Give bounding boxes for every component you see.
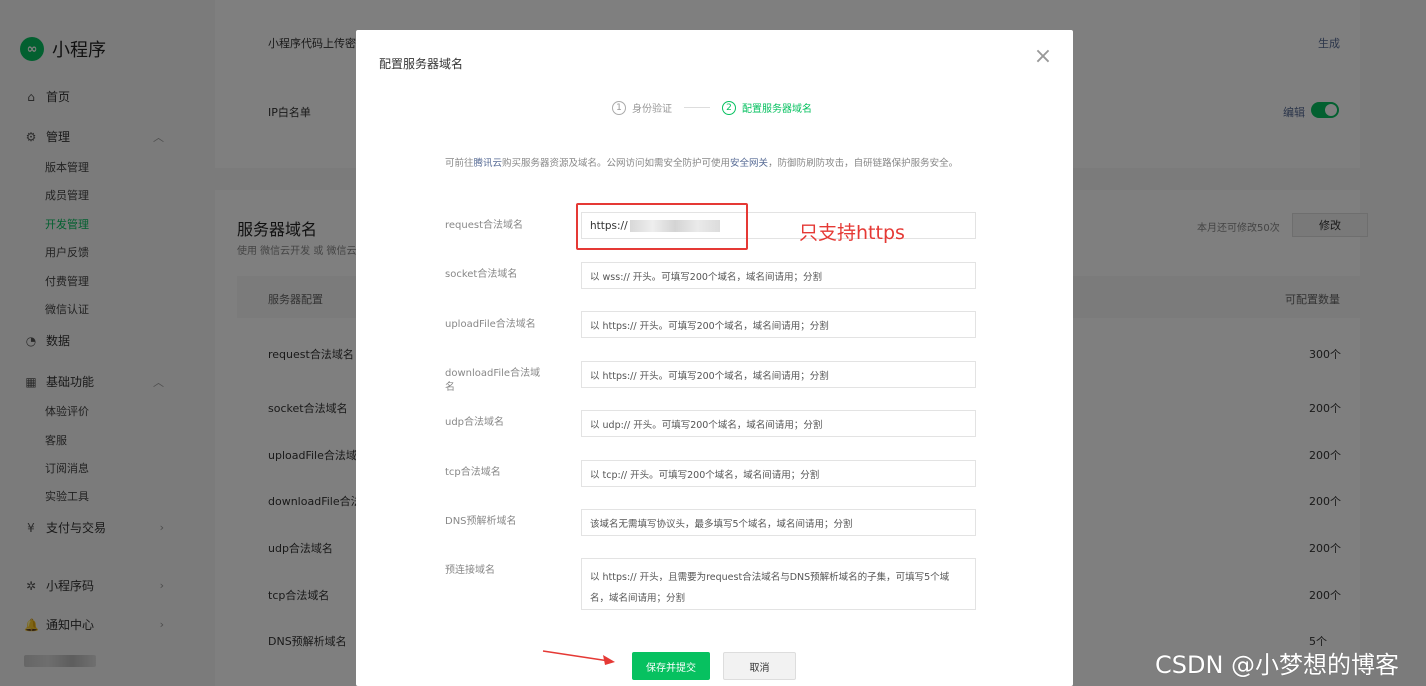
step-divider xyxy=(684,107,710,108)
udp-domain-label: udp合法域名 xyxy=(445,417,505,428)
intro-part: ，防御防刷防攻击，自研链路保护服务安全。 xyxy=(768,158,959,169)
save-submit-button[interactable]: 保存并提交 xyxy=(632,652,710,680)
preconnect-domain-input[interactable]: 以 https:// 开头，且需要为request合法域名与DNS预解析域名的子… xyxy=(581,558,976,610)
socket-domain-input[interactable]: 以 wss:// 开头。可填写200个域名，域名间请用；分割 xyxy=(581,262,976,289)
preconnect-domain-label: 预连接域名 xyxy=(445,565,495,576)
tcp-domain-input[interactable]: 以 tcp:// 开头。可填写200个域名，域名间请用；分割 xyxy=(581,460,976,487)
step-identity: 1 身份验证 xyxy=(612,100,672,115)
socket-domain-label: socket合法域名 xyxy=(445,269,518,280)
highlight-box xyxy=(576,203,748,250)
dns-domain-label: DNS预解析域名 xyxy=(445,516,517,527)
close-icon[interactable]: × xyxy=(1032,46,1054,68)
download-domain-input[interactable]: 以 https:// 开头。可填写200个域名，域名间请用；分割 xyxy=(581,361,976,388)
red-arrow-icon xyxy=(542,650,615,665)
upload-domain-label: uploadFile合法域名 xyxy=(445,319,536,330)
upload-domain-input[interactable]: 以 https:// 开头。可填写200个域名，域名间请用；分割 xyxy=(581,311,976,338)
cancel-button[interactable]: 取消 xyxy=(723,652,796,680)
dns-domain-input[interactable]: 该域名无需填写协议头，最多填写5个域名，域名间请用；分割 xyxy=(581,509,976,536)
security-gateway-link[interactable]: 安全网关 xyxy=(730,158,768,169)
step-indicator: 1 身份验证 2 配置服务器域名 xyxy=(612,100,812,115)
step-number: 2 xyxy=(722,100,736,115)
step-label: 身份验证 xyxy=(632,104,672,115)
intro-text: 可前往腾讯云购买服务器资源及域名。公网访问如需安全防护可使用安全网关，防御防刷防… xyxy=(445,155,985,172)
request-domain-label: request合法域名 xyxy=(445,220,524,231)
server-domain-dialog: 配置服务器域名 × 1 身份验证 2 配置服务器域名 可前往腾讯云购买服务器资源… xyxy=(356,30,1073,686)
dialog-title: 配置服务器域名 xyxy=(379,57,464,71)
intro-part: 可前往 xyxy=(445,158,474,169)
step-label: 配置服务器域名 xyxy=(742,104,812,115)
step-configure: 2 配置服务器域名 xyxy=(722,100,812,115)
download-domain-label: downloadFile合法域名 xyxy=(445,368,541,393)
tcp-domain-label: tcp合法域名 xyxy=(445,467,501,478)
step-number: 1 xyxy=(612,100,626,115)
udp-domain-input[interactable]: 以 udp:// 开头。可填写200个域名，域名间请用；分割 xyxy=(581,410,976,437)
annotation-note: 只支持https xyxy=(799,222,905,244)
intro-part: 购买服务器资源及域名。公网访问如需安全防护可使用 xyxy=(502,158,731,169)
tencent-cloud-link[interactable]: 腾讯云 xyxy=(474,158,503,169)
watermark: CSDN @小梦想的博客 xyxy=(1155,651,1400,679)
